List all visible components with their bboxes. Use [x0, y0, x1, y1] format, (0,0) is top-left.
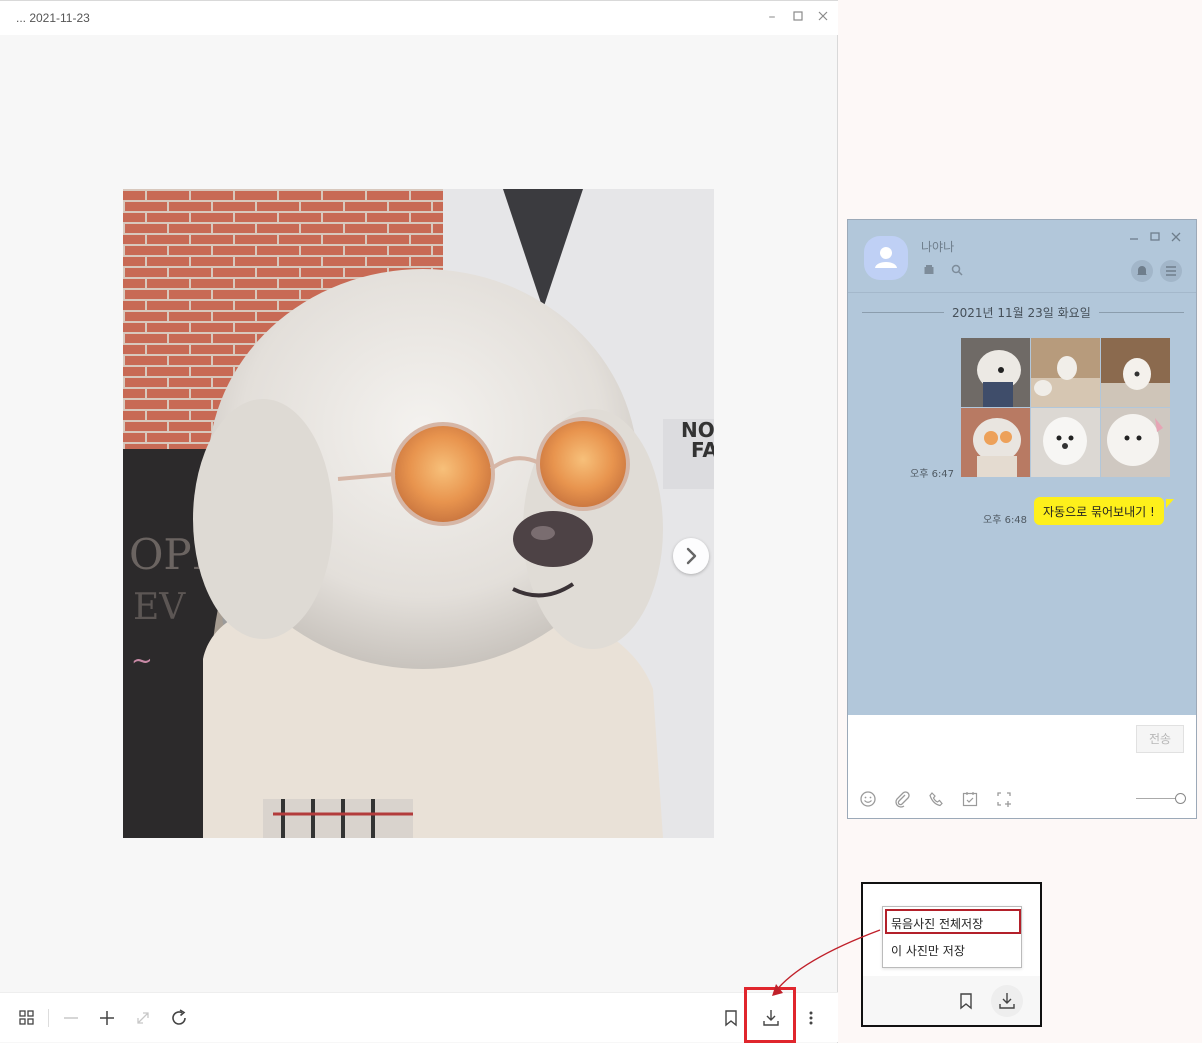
maximize-icon[interactable]	[791, 10, 805, 24]
photo-thumb[interactable]	[1101, 338, 1170, 407]
plus-icon	[100, 1011, 114, 1025]
close-icon[interactable]	[1170, 231, 1182, 243]
more-options-button[interactable]	[798, 1005, 824, 1031]
emoji-icon[interactable]	[859, 790, 877, 808]
fit-screen-button[interactable]	[130, 1005, 156, 1031]
grid-view-button[interactable]	[14, 1005, 40, 1031]
attach-icon[interactable]	[893, 790, 911, 808]
viewer-toolbar	[0, 992, 838, 1042]
calendar-check-icon[interactable]	[961, 790, 979, 808]
viewer-titlebar: ... 2021-11-23 –	[0, 1, 838, 35]
bubble-tail	[1166, 499, 1174, 508]
next-photo-button[interactable]	[673, 538, 709, 574]
minimize-icon[interactable]: –	[765, 10, 779, 24]
bookmark-button[interactable]	[718, 1005, 744, 1031]
screenshot-icon[interactable]	[995, 790, 1013, 808]
download-icon	[999, 993, 1015, 1009]
save-menu-inset: 묶음사진 전체저장 이 사진만 저장	[861, 882, 1042, 1027]
photo-thumb[interactable]	[1101, 408, 1170, 477]
download-button[interactable]	[991, 985, 1023, 1017]
hamburger-icon	[1166, 266, 1176, 276]
menu-item-save-this[interactable]: 이 사진만 저장	[891, 942, 965, 959]
photo-thumb[interactable]	[961, 338, 1030, 407]
inset-toolbar	[863, 976, 1040, 1025]
close-icon[interactable]	[816, 10, 830, 24]
bookmark-icon	[725, 1010, 737, 1027]
chat-header: 나야나	[848, 220, 1196, 293]
message-time: 오후 6:47	[910, 469, 955, 480]
svg-text:EV: EV	[133, 587, 186, 628]
minus-icon	[64, 1017, 78, 1019]
more-vertical-icon	[809, 1011, 813, 1025]
zoom-in-button[interactable]	[94, 1005, 120, 1031]
zoom-out-button[interactable]	[58, 1005, 84, 1031]
svg-text:FA: FA	[691, 438, 714, 462]
notification-button[interactable]	[1131, 260, 1153, 282]
bell-icon	[1137, 266, 1147, 275]
photo-viewer-window: ... 2021-11-23 – OPEN EV ~ NO FA	[0, 0, 838, 1043]
menu-button[interactable]	[1160, 260, 1182, 282]
chat-window: 나야나 2021년 11월 23일 화요일 오후 6:47 오후 6:48 자동…	[847, 219, 1197, 819]
photo-thumb[interactable]	[961, 408, 1030, 477]
search-icon[interactable]	[951, 264, 963, 276]
photo-thumb[interactable]	[1031, 338, 1100, 407]
chat-room-name: 나야나	[921, 240, 955, 254]
photo-thumb[interactable]	[1031, 408, 1100, 477]
download-highlight-box	[744, 987, 796, 1043]
dog-photo: OPEN EV ~ NO FA	[123, 189, 714, 838]
grid-icon	[19, 1010, 34, 1025]
viewer-title: ... 2021-11-23	[16, 11, 90, 25]
expand-icon	[137, 1012, 149, 1024]
date-divider: 2021년 11월 23일 화요일	[944, 304, 1099, 321]
bookmark-icon[interactable]	[953, 988, 979, 1014]
phone-icon[interactable]	[927, 790, 945, 808]
rotate-button[interactable]	[166, 1005, 192, 1031]
send-button[interactable]: 전송	[1136, 725, 1184, 753]
save-context-menu: 묶음사진 전체저장 이 사진만 저장	[882, 906, 1022, 968]
chevron-right-icon	[686, 547, 697, 565]
message-bubble[interactable]: 자동으로 묶어보내기 !	[1034, 497, 1164, 525]
opacity-slider-track[interactable]	[1136, 798, 1180, 799]
rotate-icon	[172, 1009, 186, 1025]
avatar[interactable]	[864, 236, 908, 280]
drawer-icon[interactable]	[923, 264, 935, 276]
svg-text:~: ~	[131, 646, 153, 676]
message-time: 오후 6:48	[983, 515, 1028, 526]
photo-group[interactable]	[961, 338, 1171, 478]
toolbar-divider	[48, 1009, 49, 1027]
maximize-icon[interactable]	[1149, 231, 1161, 243]
opacity-slider-handle[interactable]	[1175, 793, 1186, 804]
minimize-icon[interactable]	[1128, 231, 1140, 243]
menu-item-save-all[interactable]: 묶음사진 전체저장	[891, 915, 983, 932]
chat-messages: 2021년 11월 23일 화요일 오후 6:47 오후 6:48 자동으로 묶…	[848, 293, 1196, 715]
user-icon	[875, 247, 897, 268]
